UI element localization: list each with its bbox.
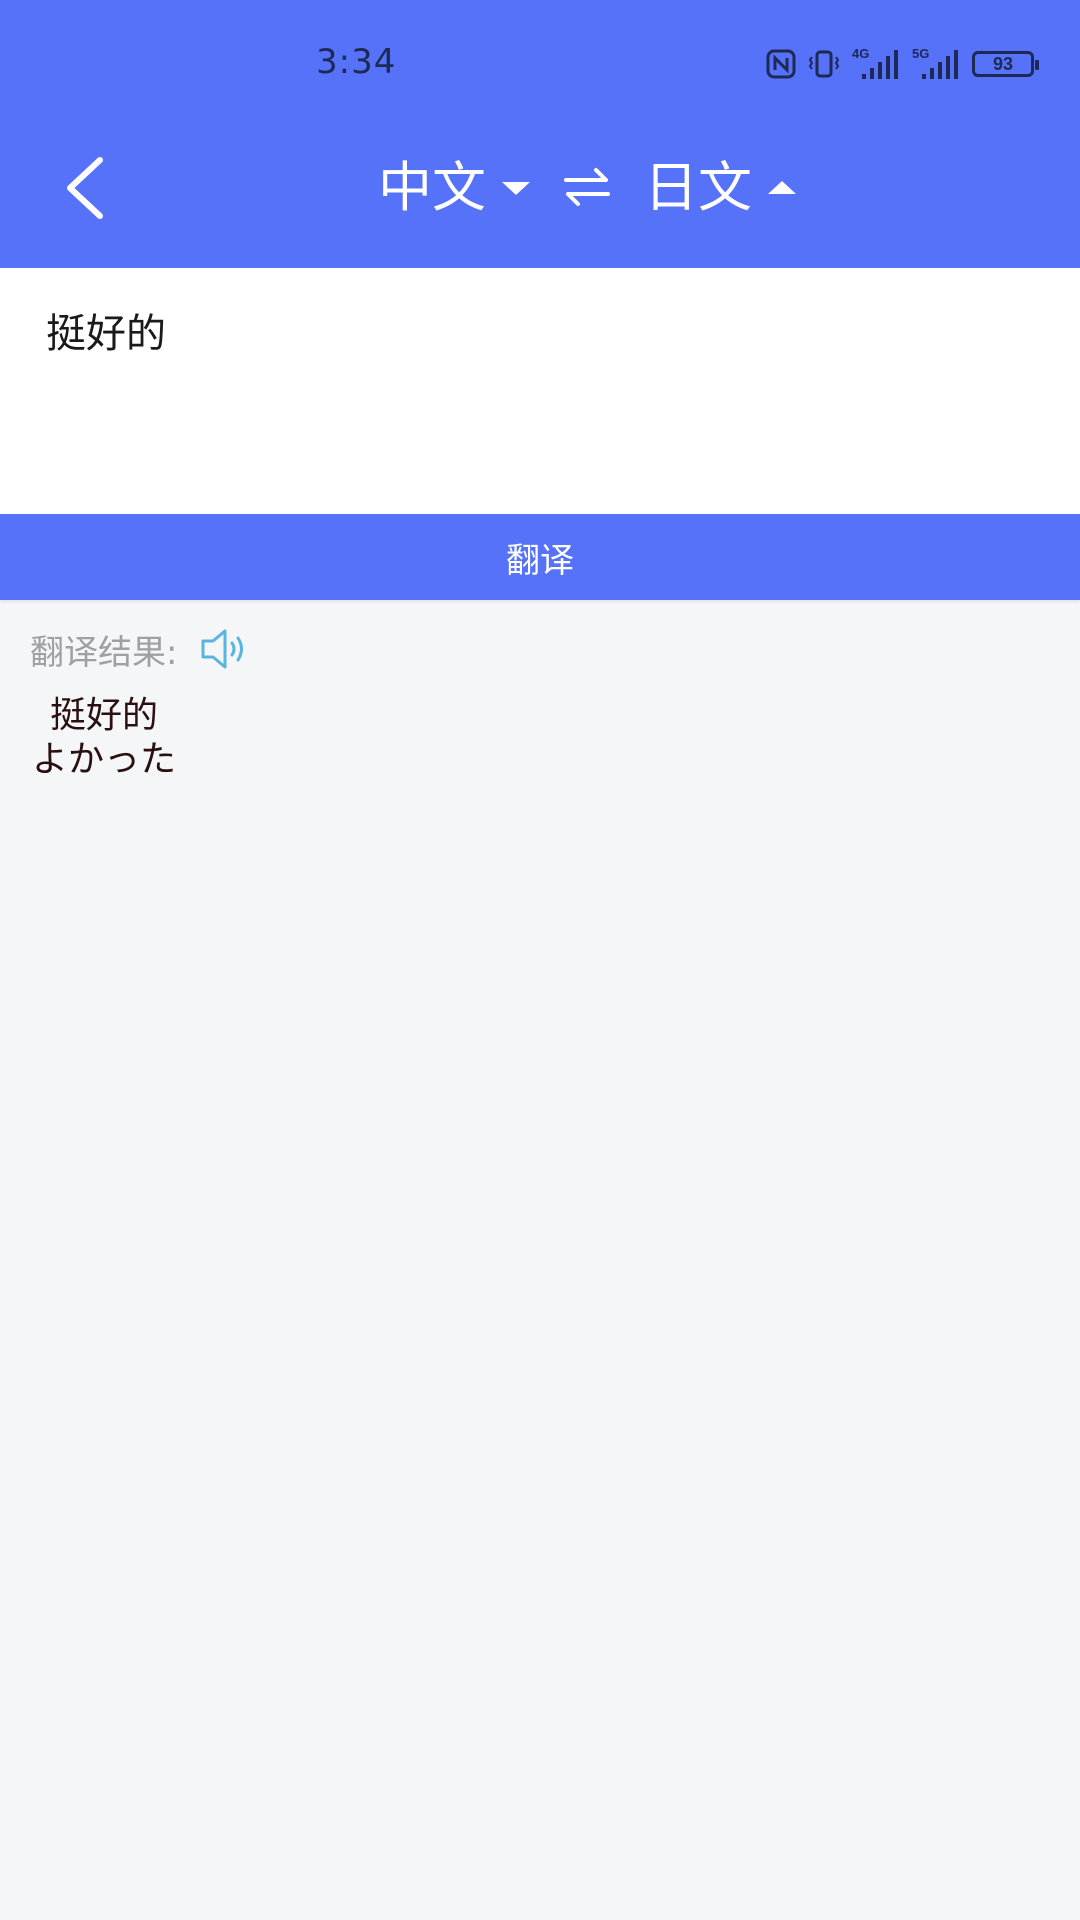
result-header: 翻译结果: — [30, 622, 249, 676]
language-selector-bar: 中文 日文 — [0, 150, 1080, 225]
vibrate-icon — [808, 50, 840, 78]
status-time: 3:34 — [316, 42, 397, 82]
caret-up-icon — [768, 180, 796, 194]
speaker-icon[interactable] — [199, 626, 249, 672]
target-language-label: 日文 — [644, 156, 752, 219]
signal-5g: 5G — [912, 46, 962, 80]
nfc-icon — [766, 49, 796, 79]
signal-bars-icon — [862, 50, 898, 79]
result-label: 翻译结果: — [30, 632, 178, 673]
status-bar: 3:34 4G 5G 93 — [0, 0, 1080, 120]
signal-bars-icon — [922, 50, 958, 79]
source-text[interactable]: 挺好的 — [46, 306, 1036, 362]
caret-down-icon — [502, 181, 530, 195]
swap-languages-icon[interactable] — [562, 164, 612, 210]
status-icons: 4G 5G 93 — [766, 46, 1039, 82]
battery-icon: 93 — [972, 51, 1039, 77]
app-header: 3:34 4G 5G 93 中文 日文 — [0, 0, 1080, 268]
target-language-dropdown[interactable]: 日文 — [644, 150, 796, 225]
battery-level: 93 — [992, 53, 1014, 74]
signal-4g: 4G — [852, 46, 902, 80]
translate-button[interactable]: 翻译 — [0, 514, 1080, 600]
translation-result: 挺好的 よかった — [32, 694, 1032, 782]
source-text-input[interactable]: 挺好的 — [0, 268, 1080, 514]
result-line-original: 挺好的 — [50, 695, 159, 736]
source-language-dropdown[interactable]: 中文 — [378, 150, 530, 225]
source-language-label: 中文 — [378, 156, 486, 219]
result-line-translation: よかった — [32, 739, 177, 780]
